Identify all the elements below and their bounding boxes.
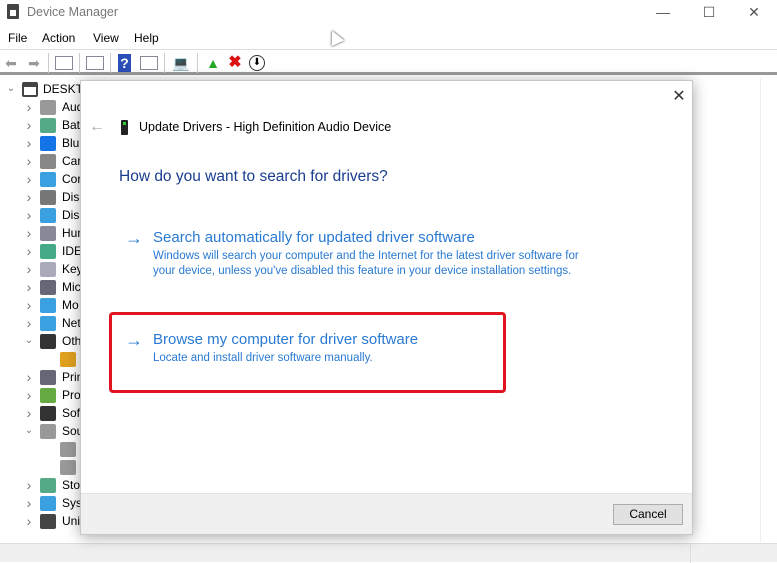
tree-item-label: Mo <box>62 298 79 312</box>
dialog-header: Update Drivers - High Definition Audio D… <box>139 120 392 134</box>
computer-icon <box>22 82 38 97</box>
tree-item-label: Disl <box>62 190 82 204</box>
chevron-right-icon[interactable]: › <box>24 296 34 314</box>
chevron-right-icon[interactable]: › <box>24 278 34 296</box>
device-category-icon <box>40 496 56 511</box>
device-category-icon <box>40 298 56 313</box>
device-category-icon <box>40 262 56 277</box>
device-category-icon <box>40 190 56 205</box>
forward-arrow-icon[interactable]: ➡ <box>25 54 43 72</box>
device-category-icon <box>40 226 56 241</box>
vertical-scrollbar[interactable] <box>760 78 777 542</box>
tree-item-label: Net <box>62 316 81 330</box>
chevron-right-icon[interactable]: › <box>24 152 34 170</box>
device-category-icon <box>40 208 56 223</box>
option-title[interactable]: Search automatically for updated driver … <box>153 229 475 246</box>
chevron-right-icon[interactable]: › <box>24 224 34 242</box>
chevron-right-icon[interactable]: › <box>24 206 34 224</box>
title-bar: Device Manager — ☐ ✕ <box>0 0 777 26</box>
menu-file[interactable]: File <box>8 31 27 45</box>
arrow-right-icon: → <box>125 228 143 248</box>
toolbar: ⬅ ➡ ? 💻 ▲ ✖ ⬇ <box>0 49 777 75</box>
minimize-button[interactable]: — <box>640 0 686 26</box>
tree-item-label: IDE <box>62 244 83 258</box>
device-category-icon <box>40 514 56 529</box>
menu-help[interactable]: Help <box>134 31 159 45</box>
tree-item-label: Sto <box>62 478 81 492</box>
device-category-icon <box>40 424 56 439</box>
disable-device-icon[interactable]: ⬇ <box>249 55 265 71</box>
chevron-down-icon[interactable]: ⌄ <box>24 422 34 440</box>
chevron-down-icon[interactable]: ⌄ <box>6 80 16 98</box>
chevron-right-icon[interactable]: › <box>24 386 34 404</box>
window-title: Device Manager <box>27 5 119 19</box>
show-pane-icon[interactable] <box>140 56 158 70</box>
tree-item-label: Car <box>62 154 82 168</box>
chevron-right-icon[interactable]: › <box>24 188 34 206</box>
device-category-icon <box>40 118 56 133</box>
chevron-right-icon[interactable]: › <box>24 170 34 188</box>
tree-item-label: Sof <box>62 406 81 420</box>
menu-view[interactable]: View <box>93 31 119 45</box>
device-category-icon <box>40 100 56 115</box>
status-bar <box>0 543 777 563</box>
update-driver-icon[interactable]: ▲ <box>204 54 222 72</box>
properties-pane-icon[interactable] <box>55 56 73 70</box>
device-category-icon <box>40 280 56 295</box>
chevron-right-icon[interactable]: › <box>24 494 34 512</box>
device-icon <box>121 120 128 135</box>
device-category-icon <box>40 388 56 403</box>
chevron-right-icon[interactable]: › <box>24 512 34 530</box>
chevron-right-icon[interactable]: › <box>24 368 34 386</box>
option-description: Windows will search your computer and th… <box>153 250 579 277</box>
chevron-right-icon[interactable]: › <box>24 404 34 422</box>
device-category-icon <box>40 406 56 421</box>
help-icon[interactable]: ? <box>118 54 131 72</box>
menu-action[interactable]: Action <box>42 31 75 45</box>
list-icon[interactable] <box>86 56 104 70</box>
device-manager-icon <box>7 4 19 19</box>
device-category-icon <box>60 352 76 367</box>
device-category-icon <box>40 172 56 187</box>
highlight-box <box>109 312 506 393</box>
device-category-icon <box>40 316 56 331</box>
close-button[interactable]: ✕ <box>731 0 777 26</box>
chevron-right-icon[interactable]: › <box>24 260 34 278</box>
device-category-icon <box>40 370 56 385</box>
dialog-close-button[interactable]: ✕ <box>669 87 689 107</box>
device-category-icon <box>40 478 56 493</box>
chevron-right-icon[interactable]: › <box>24 314 34 332</box>
update-drivers-dialog: ✕ ← Update Drivers - High Definition Aud… <box>80 80 693 535</box>
tree-item-label: Uni <box>62 514 81 528</box>
maximize-button[interactable]: ☐ <box>686 0 732 26</box>
chevron-down-icon[interactable]: ⌄ <box>24 332 34 350</box>
uninstall-icon[interactable]: ✖ <box>226 54 244 72</box>
device-category-icon <box>40 136 56 151</box>
back-arrow-icon[interactable]: ← <box>89 118 105 136</box>
tree-item-label: Mic <box>62 280 81 294</box>
cancel-button[interactable]: Cancel <box>613 504 683 525</box>
tree-item-label: Blu <box>62 136 80 150</box>
chevron-right-icon[interactable]: › <box>24 116 34 134</box>
dialog-question: How do you want to search for drivers? <box>119 168 388 185</box>
tree-item-label: Cor <box>62 172 82 186</box>
dialog-footer: Cancel <box>81 493 692 534</box>
menu-bar: File Action View Help <box>0 28 777 48</box>
scan-hardware-icon[interactable]: 💻 <box>172 54 190 72</box>
tree-item-label: Bat <box>62 118 81 132</box>
tree-item-label: Pro <box>62 388 81 402</box>
chevron-right-icon[interactable]: › <box>24 98 34 116</box>
device-category-icon <box>60 442 76 457</box>
tree-item-label: Oth <box>62 334 82 348</box>
device-category-icon <box>40 244 56 259</box>
chevron-right-icon[interactable]: › <box>24 242 34 260</box>
chevron-right-icon[interactable]: › <box>24 134 34 152</box>
device-category-icon <box>40 334 56 349</box>
back-arrow-icon[interactable]: ⬅ <box>2 54 20 72</box>
device-category-icon <box>40 154 56 169</box>
device-category-icon <box>60 460 76 475</box>
chevron-right-icon[interactable]: › <box>24 476 34 494</box>
